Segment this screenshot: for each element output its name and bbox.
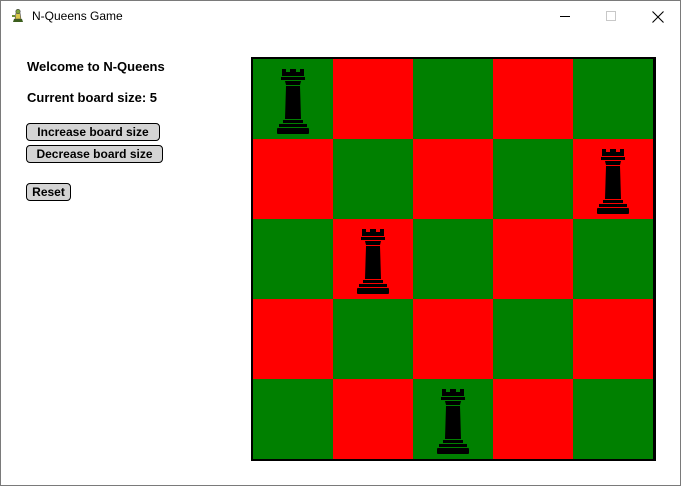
maximize-icon (606, 11, 616, 21)
board-cell[interactable] (493, 379, 573, 459)
board-cell[interactable] (333, 139, 413, 219)
board-cell[interactable] (253, 139, 333, 219)
board-cell[interactable] (253, 379, 333, 459)
board-cell[interactable] (573, 219, 653, 299)
app-window: N-Queens Game Welcome to N-Queens Curren… (0, 0, 681, 486)
board-cell[interactable] (413, 379, 493, 459)
increase-board-size-button[interactable]: Increase board size (26, 123, 160, 141)
close-button[interactable] (634, 1, 680, 32)
board-cell[interactable] (253, 59, 333, 139)
maximize-button[interactable] (588, 1, 634, 32)
close-icon (652, 11, 664, 23)
minimize-icon (560, 16, 570, 17)
app-logo-icon (10, 8, 26, 24)
board-cell[interactable] (413, 219, 493, 299)
board-cell[interactable] (493, 59, 573, 139)
window-title: N-Queens Game (32, 9, 123, 23)
board-cell[interactable] (573, 299, 653, 379)
board-cell[interactable] (253, 219, 333, 299)
board-cell[interactable] (413, 59, 493, 139)
board-cell[interactable] (333, 59, 413, 139)
chess-board (253, 59, 654, 459)
board-cell[interactable] (573, 379, 653, 459)
board-cell[interactable] (253, 299, 333, 379)
control-panel: Welcome to N-Queens Current board size: … (1, 32, 241, 482)
welcome-text: Welcome to N-Queens (27, 59, 165, 74)
board-cell[interactable] (493, 219, 573, 299)
board-cell[interactable] (333, 219, 413, 299)
board-cell[interactable] (573, 139, 653, 219)
title-bar: N-Queens Game (1, 1, 680, 32)
board-cell[interactable] (573, 59, 653, 139)
chess-board-frame (251, 57, 656, 461)
minimize-button[interactable] (542, 1, 588, 32)
board-cell[interactable] (413, 299, 493, 379)
board-size-text: Current board size: 5 (27, 90, 158, 105)
decrease-board-size-button[interactable]: Decrease board size (26, 145, 163, 163)
board-cell[interactable] (493, 139, 573, 219)
reset-button[interactable]: Reset (26, 183, 71, 201)
board-cell[interactable] (413, 139, 493, 219)
board-cell[interactable] (333, 379, 413, 459)
board-cell[interactable] (333, 299, 413, 379)
board-cell[interactable] (493, 299, 573, 379)
